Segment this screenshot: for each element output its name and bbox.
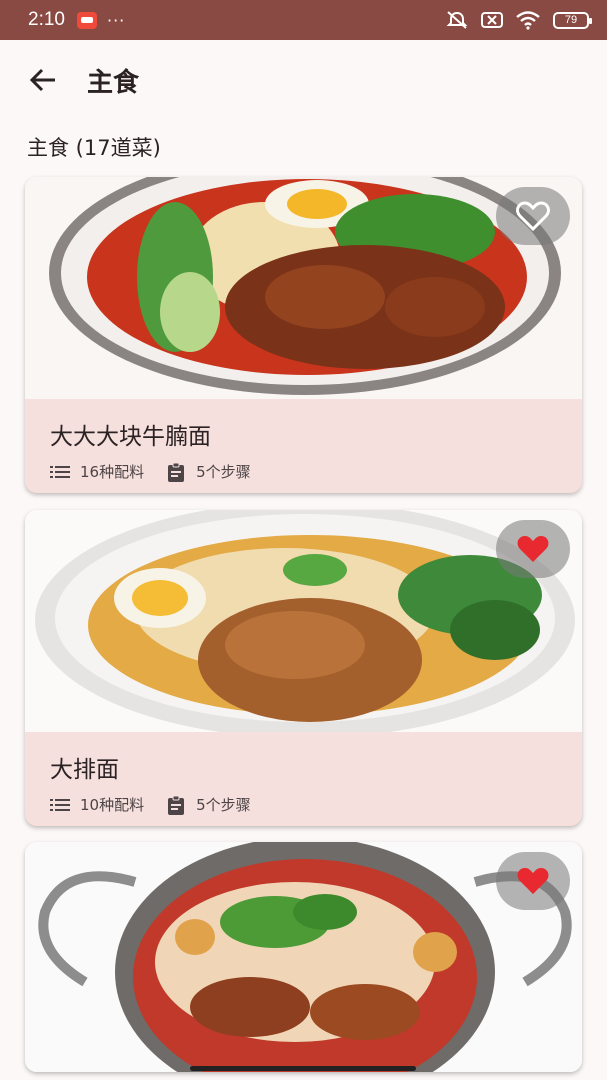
status-time: 2:10 [28, 9, 65, 30]
recipe-name: 大大大块牛腩面 [50, 424, 211, 450]
recipe-image [25, 510, 582, 732]
more-notifications-icon: ··· [106, 10, 126, 30]
ingredient-count-text: 10种配料 [80, 796, 145, 814]
recipe-meta: 16种配料 5个步骤 [50, 461, 582, 482]
recipe-name: 大排面 [50, 757, 119, 783]
mute-icon [446, 11, 468, 29]
battery-icon: 79 [553, 11, 592, 29]
heart-filled-icon [517, 868, 549, 894]
recipe-meta: 10种配料 5个步骤 [50, 794, 582, 815]
app-notification-icon [76, 11, 97, 29]
step-count: 5个步骤 [166, 461, 251, 482]
ingredient-count-text: 16种配料 [80, 463, 145, 481]
recipe-image [25, 842, 582, 1072]
favorite-button[interactable] [496, 852, 570, 910]
wifi-icon [516, 11, 540, 30]
section-title: 主食 (17道菜) [27, 136, 161, 160]
recipe-card[interactable]: 大大大块牛腩面 16种配料 5个步骤 [25, 177, 582, 493]
page-title: 主食 [87, 67, 140, 98]
app-bar: 主食 [0, 40, 607, 120]
back-button[interactable] [13, 50, 73, 110]
step-count: 5个步骤 [166, 794, 251, 815]
recipe-info: 大大大块牛腩面 16种配料 5个步骤 [25, 399, 582, 482]
status-bar: 2:10 ··· 79 [0, 0, 607, 40]
status-icons: 79 [445, 10, 592, 30]
step-count-text: 5个步骤 [196, 796, 251, 814]
arrow-left-icon [29, 68, 55, 92]
clipboard-icon [168, 795, 185, 815]
recipe-card[interactable]: 大排面 10种配料 5个步骤 [25, 510, 582, 826]
heart-filled-icon [517, 536, 549, 562]
ingredient-count: 10种配料 [50, 794, 144, 815]
favorite-button[interactable] [496, 187, 570, 245]
ingredient-count: 16种配料 [50, 461, 144, 482]
battery-level: 79 [564, 14, 578, 26]
recipe-card[interactable] [25, 842, 582, 1072]
heart-outline-icon [516, 201, 550, 231]
favorite-button[interactable] [496, 520, 570, 578]
clipboard-icon [168, 462, 185, 482]
recipe-image [25, 177, 582, 399]
list-icon [50, 465, 70, 478]
home-indicator[interactable] [190, 1066, 416, 1071]
recipe-info: 大排面 10种配料 5个步骤 [25, 732, 582, 815]
list-icon [50, 798, 70, 811]
step-count-text: 5个步骤 [196, 463, 251, 481]
sim-off-icon [481, 12, 503, 28]
